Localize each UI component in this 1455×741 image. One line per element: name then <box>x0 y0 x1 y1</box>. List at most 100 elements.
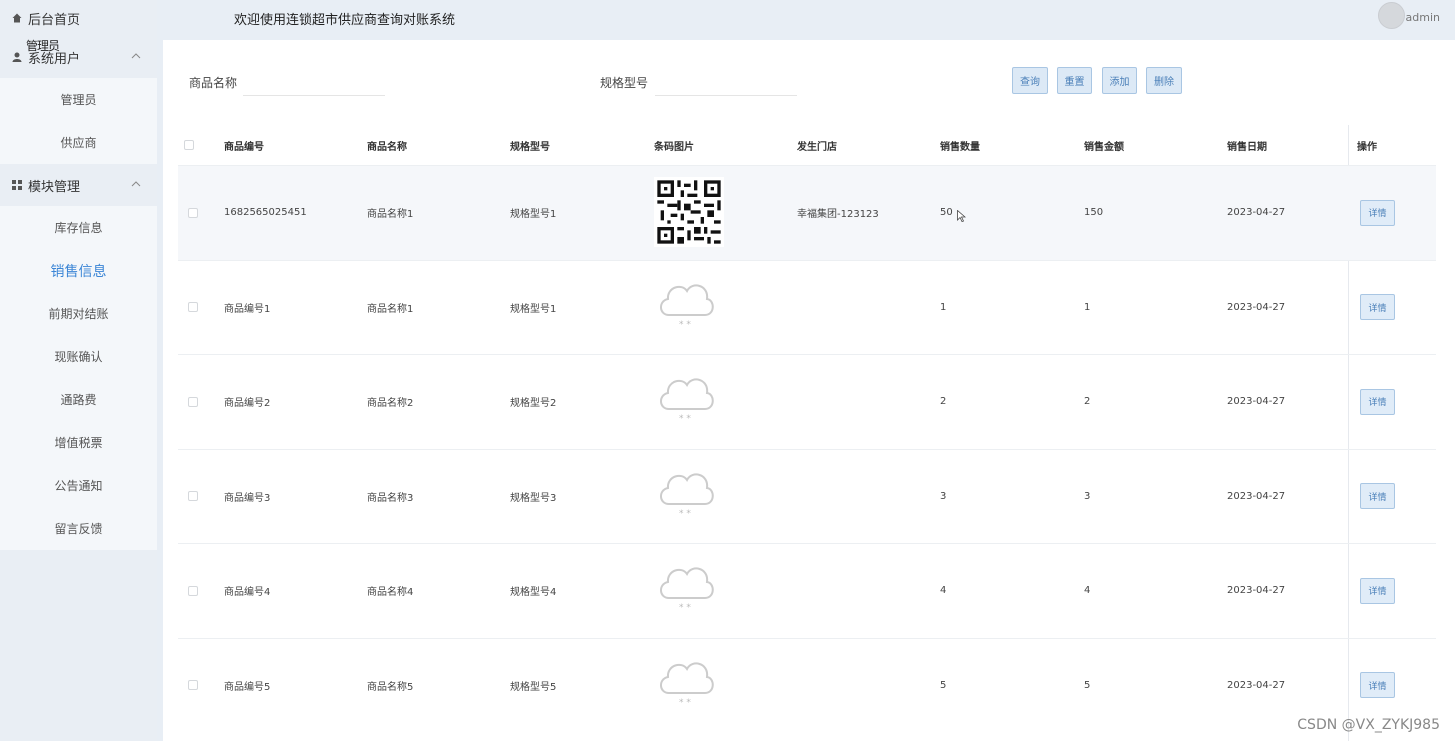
sidebar-group-system-users[interactable]: 系统用户 <box>0 36 157 78</box>
sidebar-group-label: 系统用户 <box>28 51 81 67</box>
image-placeholder-cloud-icon: * * <box>660 283 714 330</box>
store-name: 幸福集团-123123 <box>797 209 879 221</box>
add-button[interactable]: 添加 <box>1102 67 1137 94</box>
table-row: 商品编号3 商品名称3 规格型号3 * * 3 3 2023-04-27 详情 <box>178 448 1436 544</box>
column-header: 销售金额 <box>1084 141 1124 153</box>
sidebar-item-vat-invoice[interactable]: 增值税票 <box>0 421 157 464</box>
chevron-up-icon <box>131 53 141 59</box>
sales-quantity: 4 <box>940 585 947 597</box>
product-name-label: 商品名称 <box>189 76 238 90</box>
top-header: 欢迎使用连锁超市供应商查询对账系统 admin <box>157 0 1455 36</box>
sales-date: 2023-04-27 <box>1227 207 1286 219</box>
detail-button[interactable]: 详情 <box>1360 388 1395 415</box>
column-header: 发生门店 <box>797 141 837 153</box>
product-spec: 规格型号5 <box>510 681 557 693</box>
mouse-cursor-icon <box>957 210 966 222</box>
product-spec: 规格型号3 <box>510 492 557 504</box>
product-code: 商品编号4 <box>224 587 271 599</box>
delete-button[interactable]: 删除 <box>1146 67 1182 94</box>
detail-button[interactable]: 详情 <box>1360 294 1395 321</box>
sales-date: 2023-04-27 <box>1227 301 1286 313</box>
sidebar: 后台首页 管理员 系统用户 管理员 供应商 模块管理 库存信息 销售信息 前期对… <box>0 0 157 741</box>
sales-amount: 1 <box>1084 301 1091 313</box>
column-header: 销售数量 <box>940 141 980 153</box>
table-row: 1682565025451 商品名称1 规格型号1 幸福集团-123123 50… <box>178 165 1436 260</box>
sales-table: 商品编号 商品名称 规格型号 条码图片 发生门店 销售数量 销售金额 销售日期 … <box>178 125 1436 732</box>
svg-text:* *: * * <box>679 698 691 708</box>
svg-text:* *: * * <box>679 320 691 330</box>
sidebar-home[interactable]: 后台首页 <box>0 0 157 36</box>
row-checkbox[interactable] <box>188 302 198 313</box>
sales-date: 2023-04-27 <box>1227 490 1286 502</box>
image-placeholder-cloud-icon: * * <box>660 378 714 424</box>
sidebar-item-current-account[interactable]: 现账确认 <box>0 335 157 378</box>
sales-amount: 150 <box>1084 207 1104 219</box>
sales-quantity: 3 <box>940 490 947 502</box>
product-spec: 规格型号1 <box>510 209 557 221</box>
sidebar-item-admin[interactable]: 管理员 <box>0 78 157 121</box>
row-checkbox[interactable] <box>188 491 198 502</box>
sidebar-group-module-management-body: 库存信息 销售信息 前期对结账 现账确认 通路费 增值税票 公告通知 留言反馈 <box>0 206 157 550</box>
product-code: 商品编号5 <box>224 681 271 693</box>
product-name-input[interactable] <box>243 68 385 96</box>
product-name: 商品名称2 <box>367 398 414 410</box>
sidebar-group-module-management[interactable]: 模块管理 <box>0 164 157 206</box>
chevron-up-icon <box>131 181 141 187</box>
sidebar-item-feedback[interactable]: 留言反馈 <box>0 507 157 550</box>
sales-quantity: 1 <box>940 301 947 313</box>
user-icon <box>12 52 22 62</box>
spec-input[interactable] <box>655 68 797 96</box>
svg-text:* *: * * <box>679 414 691 424</box>
product-name: 商品名称1 <box>367 209 414 221</box>
image-placeholder-cloud-icon: * * <box>660 472 714 519</box>
column-header: 操作 <box>1357 141 1377 153</box>
detail-button[interactable]: 详情 <box>1360 577 1395 604</box>
image-placeholder-cloud-icon: * * <box>660 567 714 613</box>
spec-label: 规格型号 <box>600 76 649 90</box>
header-title: 欢迎使用连锁超市供应商查询对账系统 <box>234 13 456 28</box>
column-header: 条码图片 <box>654 141 694 153</box>
column-header: 销售日期 <box>1227 141 1267 153</box>
reset-button[interactable]: 重置 <box>1057 67 1092 94</box>
sidebar-item-channel-fee[interactable]: 通路费 <box>0 378 157 421</box>
user-name[interactable]: admin <box>1406 11 1440 24</box>
grid-icon <box>12 180 22 190</box>
detail-button[interactable]: 详情 <box>1360 483 1395 510</box>
row-checkbox[interactable] <box>188 396 198 407</box>
sidebar-group-system-users-body: 管理员 供应商 <box>0 78 157 164</box>
sales-amount: 3 <box>1084 490 1091 502</box>
product-code: 1682565025451 <box>224 207 307 219</box>
column-header: 商品名称 <box>367 141 407 153</box>
image-placeholder-cloud-icon: * * <box>660 661 714 708</box>
detail-button[interactable]: 详情 <box>1360 672 1395 699</box>
query-button[interactable]: 查询 <box>1012 67 1048 94</box>
select-all-checkbox[interactable] <box>184 140 194 150</box>
sales-date: 2023-04-27 <box>1227 396 1286 408</box>
detail-button[interactable]: 详情 <box>1360 199 1395 226</box>
product-code: 商品编号1 <box>224 303 271 315</box>
product-code: 商品编号2 <box>224 398 271 410</box>
product-spec: 规格型号1 <box>510 303 557 315</box>
sidebar-item-sales[interactable]: 销售信息 <box>0 249 157 292</box>
product-name: 商品名称4 <box>367 587 414 599</box>
main-content: 商品名称 规格型号 查询 重置 添加 删除 商品编号 商品名称 规格型号 条码图… <box>163 40 1455 741</box>
sidebar-item-prior-settlement[interactable]: 前期对结账 <box>0 292 157 335</box>
product-name: 商品名称3 <box>367 492 414 504</box>
sidebar-item-inventory[interactable]: 库存信息 <box>0 206 157 249</box>
column-header: 规格型号 <box>510 141 550 153</box>
svg-text:* *: * * <box>679 603 691 613</box>
sales-quantity: 2 <box>940 396 947 408</box>
sidebar-item-supplier[interactable]: 供应商 <box>0 121 157 164</box>
product-name: 商品名称1 <box>367 303 414 315</box>
row-checkbox[interactable] <box>188 680 198 691</box>
table-row: 商品编号4 商品名称4 规格型号4 * * 4 4 2023-04-27 详情 <box>178 543 1436 638</box>
row-checkbox[interactable] <box>188 585 198 596</box>
product-code: 商品编号3 <box>224 492 271 504</box>
sidebar-item-announcement[interactable]: 公告通知 <box>0 464 157 507</box>
table-row: 商品编号2 商品名称2 规格型号2 * * 2 2 2023-04-27 详情 <box>178 354 1436 449</box>
sales-date: 2023-04-27 <box>1227 679 1286 691</box>
svg-text:* *: * * <box>679 509 691 519</box>
avatar[interactable] <box>1378 2 1405 29</box>
row-checkbox[interactable] <box>188 207 198 218</box>
sales-quantity: 50 <box>940 207 953 219</box>
